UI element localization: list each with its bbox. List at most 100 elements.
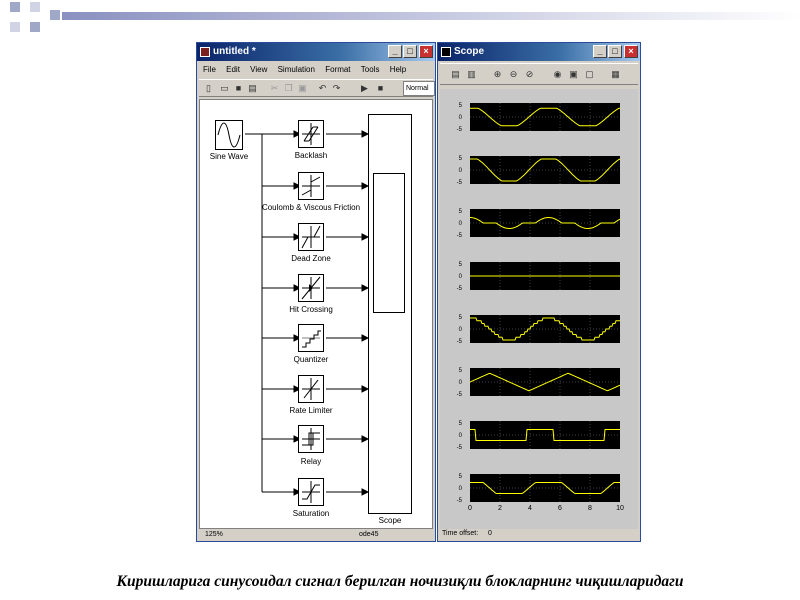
y-tick-label: -5 (457, 445, 463, 451)
slide-caption: Киришларига синусоидал сигнал берилган н… (116, 573, 684, 590)
x-tick-label: 8 (588, 505, 592, 512)
y-tick-label: -5 (457, 233, 463, 239)
scope-params-icon[interactable]: ▥ (466, 69, 477, 80)
menu-tools[interactable]: Tools (361, 65, 380, 74)
scope-status-bar: Time offset: 0 (440, 528, 638, 540)
scope-print-icon[interactable]: ▤ (450, 69, 461, 80)
simulink-title: untitled * (213, 46, 256, 57)
y-tick-label: 5 (459, 315, 463, 321)
sine-wave-block[interactable] (215, 120, 243, 150)
copy-icon[interactable]: ❐ (283, 83, 294, 94)
menu-edit[interactable]: Edit (226, 65, 240, 74)
x-tick-label: 0 (468, 505, 472, 512)
save-axes-icon[interactable]: ▣ (568, 69, 579, 80)
simulink-titlebar[interactable]: untitled * _ □ × (197, 43, 435, 61)
y-tick-label: -5 (457, 392, 463, 398)
y-tick-label: 0 (459, 115, 463, 121)
status-bar: 125% ode45 (199, 528, 433, 540)
sine-wave-label: Sine Wave (209, 152, 249, 161)
maximize-icon[interactable]: □ (403, 45, 417, 58)
y-tick-label: 0 (459, 380, 463, 386)
menu-simulation[interactable]: Simulation (278, 65, 315, 74)
relay-label: Relay (300, 457, 322, 466)
y-tick-label: 5 (459, 474, 463, 480)
time-offset-value: 0 (488, 530, 492, 537)
hit-crossing-label: Hit Crossing (289, 305, 333, 314)
scope-block-label: Scope (378, 516, 402, 525)
undo-icon[interactable]: ↶ (317, 83, 328, 94)
y-tick-label: 0 (459, 221, 463, 227)
floating-scope-icon[interactable]: ▦ (610, 69, 621, 80)
y-tick-label: -5 (457, 498, 463, 504)
dead-zone-label: Dead Zone (291, 254, 331, 263)
y-tick-label: 0 (459, 327, 463, 333)
model-canvas[interactable]: Sine Wave Backlash Coulomb & Viscous Fri… (199, 99, 433, 529)
save-icon[interactable]: ■ (233, 83, 244, 94)
y-tick-label: -5 (457, 127, 463, 133)
menu-view[interactable]: View (250, 65, 267, 74)
menu-help[interactable]: Help (390, 65, 406, 74)
y-tick-label: 0 (459, 168, 463, 174)
time-offset-label: Time offset: (442, 530, 479, 537)
new-icon[interactable]: ▯ (203, 83, 214, 94)
start-icon[interactable]: ▶ (359, 83, 370, 94)
zoom-status: 125% (205, 531, 223, 538)
scope-block[interactable] (368, 114, 412, 514)
dead-zone-block[interactable] (298, 223, 324, 251)
y-tick-label: -5 (457, 339, 463, 345)
backlash-label: Backlash (294, 151, 328, 160)
menu-format[interactable]: Format (325, 65, 350, 74)
y-tick-label: 0 (459, 486, 463, 492)
backlash-block[interactable] (298, 120, 324, 148)
x-tick-label: 10 (616, 505, 624, 512)
quantizer-label: Quantizer (293, 355, 329, 364)
corner-pattern (0, 0, 800, 40)
stop-icon[interactable]: ■ (375, 83, 386, 94)
print-icon[interactable]: ▤ (247, 83, 258, 94)
scope-maximize-icon[interactable]: □ (608, 45, 622, 58)
saturation-block[interactable] (298, 478, 324, 506)
y-tick-label: 5 (459, 421, 463, 427)
scope-titlebar[interactable]: Scope _ □ × (438, 43, 640, 61)
y-tick-label: 5 (459, 262, 463, 268)
coulomb-friction-label: Coulomb & Viscous Friction (261, 203, 361, 212)
simulink-icon (200, 47, 210, 57)
scope-app-icon (441, 47, 451, 57)
scope-window: Scope _ □ × ▤ ▥ ⊕ ⊖ ⊘ ◉ ▣ ▢ ▦ 5 0 -5 5 0 -5 5 0… (437, 42, 641, 542)
redo-icon[interactable]: ↷ (331, 83, 342, 94)
scope-minimize-icon[interactable]: _ (593, 45, 607, 58)
restore-axes-icon[interactable]: ▢ (584, 69, 595, 80)
paste-icon[interactable]: ▣ (297, 83, 308, 94)
simulink-toolbar: ▯ ▭ ■ ▤ ✂ ❐ ▣ ↶ ↷ ▶ ■ Normal (199, 79, 435, 97)
cut-icon[interactable]: ✂ (269, 83, 280, 94)
menu-file[interactable]: File (203, 65, 216, 74)
hit-crossing-block[interactable] (298, 274, 324, 302)
y-tick-label: 5 (459, 103, 463, 109)
close-icon[interactable]: × (419, 45, 433, 58)
menubar: File Edit View Simulation Format Tools H… (199, 63, 433, 77)
zoom-icon[interactable]: ⊕ (492, 69, 503, 80)
minimize-icon[interactable]: _ (388, 45, 402, 58)
rate-limiter-block[interactable] (298, 375, 324, 403)
y-tick-label: 0 (459, 433, 463, 439)
y-tick-label: 5 (459, 156, 463, 162)
rate-limiter-label: Rate Limiter (289, 406, 333, 415)
scope-title: Scope (454, 46, 485, 57)
zoom-y-icon[interactable]: ⊘ (524, 69, 535, 80)
scope-canvas: 5 0 -5 5 0 -5 5 0 -5 5 0 -5 5 0 -5 5 0 -5 5 0 -5 5 0 -5 0 2 4 6 8 10 (440, 89, 638, 529)
y-tick-label: 5 (459, 368, 463, 374)
y-tick-label: -5 (457, 286, 463, 292)
coulomb-friction-block[interactable] (298, 172, 324, 200)
relay-block[interactable] (298, 425, 324, 453)
scope-close-icon[interactable]: × (624, 45, 638, 58)
quantizer-block[interactable] (298, 324, 324, 352)
sim-mode-select[interactable]: Normal (403, 81, 435, 96)
open-icon[interactable]: ▭ (219, 83, 230, 94)
autoscale-icon[interactable]: ◉ (552, 69, 563, 80)
y-tick-label: -5 (457, 180, 463, 186)
x-tick-label: 6 (558, 505, 562, 512)
x-tick-label: 2 (498, 505, 502, 512)
x-tick-label: 4 (528, 505, 532, 512)
zoom-x-icon[interactable]: ⊖ (508, 69, 519, 80)
simulink-window: untitled * _ □ × File Edit View Simulati… (196, 42, 436, 542)
